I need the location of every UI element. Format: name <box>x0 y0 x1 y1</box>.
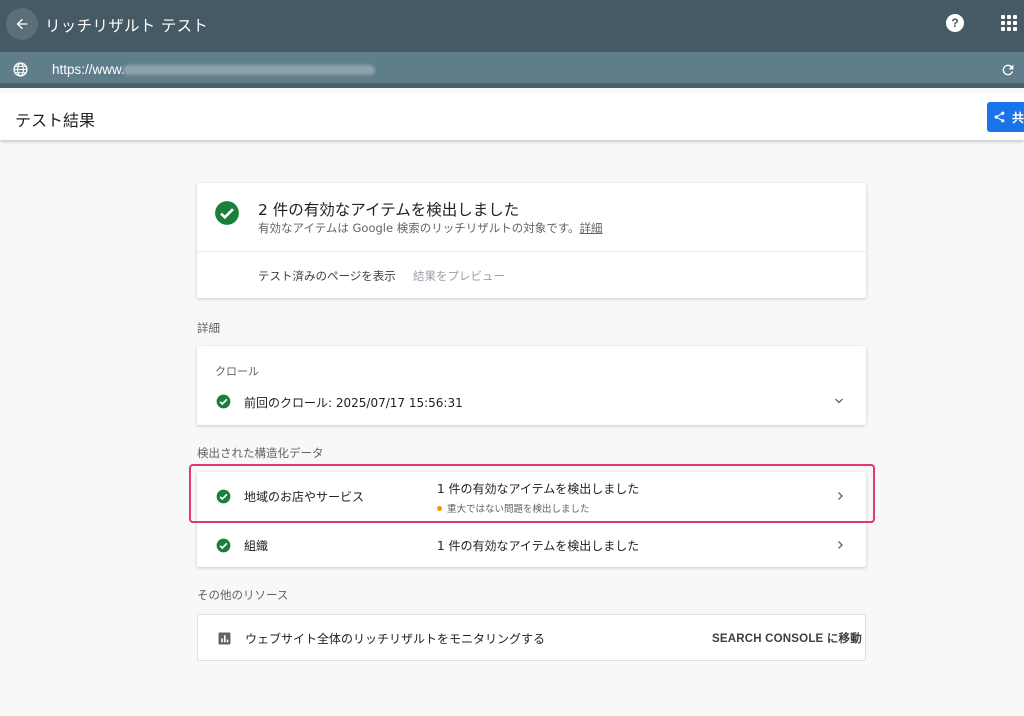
url-bar: https://www. <box>0 52 1024 88</box>
preview-results-button[interactable]: 結果をプレビュー <box>413 268 505 284</box>
check-circle-icon <box>216 394 231 409</box>
back-button[interactable] <box>6 8 38 40</box>
reload-icon[interactable] <box>1000 62 1016 78</box>
item-warning: 重大ではない問題を検出しました <box>437 501 590 515</box>
summary-subline: 有効なアイテムは Google 検索のリッチリザルトの対象です。詳細 <box>258 221 603 235</box>
summary-card: 2 件の有効なアイテムを検出しました 有効なアイテムは Google 検索のリッ… <box>197 183 866 298</box>
bar-chart-icon <box>218 632 231 645</box>
warning-dot-icon <box>437 506 442 511</box>
crawl-label: クロール <box>215 365 259 378</box>
resource-card: ウェブサイト全体のリッチリザルトをモニタリングする SEARCH CONSOLE… <box>197 614 866 661</box>
item-status: 1 件の有効なアイテムを検出しました <box>437 482 640 496</box>
section-label-other-resources: その他のリソース <box>197 588 289 602</box>
structured-item-organization[interactable]: 組織 1 件の有効なアイテムを検出しました <box>197 522 866 567</box>
view-tested-page-button[interactable]: テスト済みのページを表示 <box>258 268 396 284</box>
item-name: 組織 <box>244 539 269 553</box>
last-crawl-text: 前回のクロール: 2025/07/17 15:56:31 <box>244 396 463 410</box>
summary-headline: 2 件の有効なアイテムを検出しました <box>258 201 520 219</box>
share-button[interactable]: 共 <box>987 102 1024 132</box>
url-redacted <box>123 65 375 75</box>
section-label-details: 詳細 <box>197 321 220 335</box>
globe-icon <box>13 62 28 77</box>
check-circle-icon <box>215 201 239 225</box>
share-icon <box>994 111 1005 123</box>
crawl-card[interactable]: クロール 前回のクロール: 2025/07/17 15:56:31 <box>197 346 866 425</box>
back-arrow-icon <box>16 18 28 30</box>
chevron-right-icon <box>838 492 843 500</box>
page-title: テスト結果 <box>15 111 96 130</box>
divider <box>197 251 866 252</box>
url-text[interactable]: https://www. <box>52 62 125 77</box>
chevron-down-icon[interactable] <box>833 395 845 407</box>
section-label-structured-data: 検出された構造化データ <box>197 446 324 460</box>
check-circle-icon <box>216 538 231 553</box>
chevron-right-icon <box>838 541 843 549</box>
structured-item-local-business[interactable]: 地域のお店やサービス 1 件の有効なアイテムを検出しました 重大ではない問題を検… <box>197 472 866 522</box>
app-bar: リッチリザルト テスト ? <box>0 0 1024 52</box>
result-header: テスト結果 共 <box>0 93 1024 140</box>
search-console-link[interactable]: SEARCH CONSOLE に移動 <box>712 630 862 646</box>
apps-grid-icon[interactable] <box>1001 15 1017 31</box>
item-name: 地域のお店やサービス <box>244 490 365 504</box>
check-circle-icon <box>216 489 231 504</box>
help-icon[interactable]: ? <box>946 14 964 32</box>
app-title: リッチリザルト テスト <box>45 17 209 35</box>
resource-text: ウェブサイト全体のリッチリザルトをモニタリングする <box>245 632 546 646</box>
item-status: 1 件の有効なアイテムを検出しました <box>437 539 640 553</box>
details-link[interactable]: 詳細 <box>580 221 603 235</box>
share-label: 共 <box>1011 110 1024 125</box>
